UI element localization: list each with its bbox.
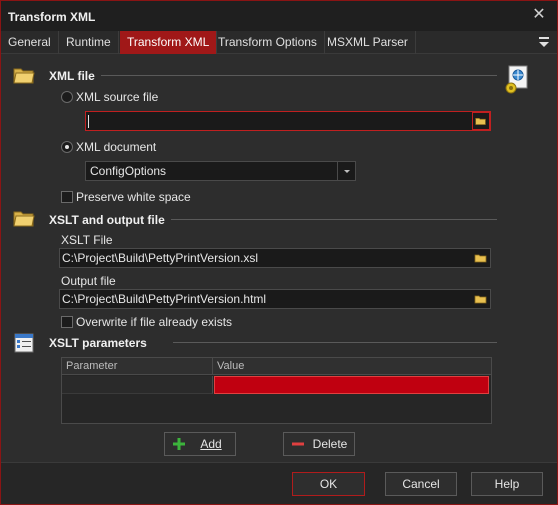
xslt-file-value: C:\Project\Build\PettyPrintVersion.xsl: [62, 251, 259, 265]
section-divider: [101, 75, 497, 76]
output-file-value: C:\Project\Build\PettyPrintVersion.html: [62, 292, 267, 306]
parameters-list-icon: [14, 333, 34, 353]
browse-folder-icon[interactable]: [473, 250, 489, 266]
xml-document-selected-value: ConfigOptions: [90, 164, 167, 178]
overwrite-checkbox[interactable]: Overwrite if file already exists: [61, 315, 232, 329]
xml-document-radio[interactable]: XML document: [61, 140, 156, 154]
xml-transform-icon: [505, 65, 528, 94]
folder-icon: [13, 68, 35, 84]
preserve-whitespace-checkbox[interactable]: Preserve white space: [61, 190, 191, 204]
tab-runtime[interactable]: Runtime: [59, 31, 119, 54]
cancel-button[interactable]: Cancel: [385, 472, 457, 496]
overwrite-label: Overwrite if file already exists: [76, 315, 233, 329]
tab-general[interactable]: General: [1, 31, 59, 54]
column-header-value[interactable]: Value: [213, 358, 491, 375]
transform-xml-dialog: Transform XML ✕ General Runtime Transfor…: [0, 0, 558, 505]
xml-document-select[interactable]: ConfigOptions: [85, 161, 356, 181]
tab-bar: General Runtime Transform XML Transform …: [1, 31, 557, 54]
value-cell[interactable]: [214, 376, 489, 394]
xml-source-file-label: XML source file: [76, 90, 159, 104]
tab-transform-xml[interactable]: Transform XML: [120, 31, 218, 54]
tab-overflow-menu-icon[interactable]: [537, 35, 551, 49]
xslt-file-label: XSLT File: [61, 233, 113, 247]
minus-icon: [292, 442, 304, 446]
xml-source-file-radio[interactable]: XML source file: [61, 90, 158, 104]
ok-button[interactable]: OK: [292, 472, 365, 496]
help-button[interactable]: Help: [471, 472, 543, 496]
xslt-file-input[interactable]: C:\Project\Build\PettyPrintVersion.xsl: [59, 248, 491, 268]
grid-header: Parameter Value: [62, 358, 491, 375]
radio-indicator[interactable]: [61, 141, 73, 153]
table-row[interactable]: [62, 376, 491, 394]
preserve-whitespace-label: Preserve white space: [76, 190, 191, 204]
section-divider: [171, 219, 497, 220]
checkbox-indicator[interactable]: [61, 316, 73, 328]
window-title: Transform XML: [8, 10, 96, 24]
column-header-parameter[interactable]: Parameter: [62, 358, 213, 375]
xml-source-path-input[interactable]: [85, 111, 491, 131]
folder-icon: [13, 211, 35, 227]
add-button[interactable]: Add: [164, 432, 236, 456]
browse-folder-icon[interactable]: [472, 112, 490, 130]
plus-icon: [173, 438, 185, 450]
output-file-input[interactable]: C:\Project\Build\PettyPrintVersion.html: [59, 289, 491, 309]
xslt-output-heading: XSLT and output file: [49, 213, 165, 227]
xml-document-label: XML document: [76, 140, 157, 154]
delete-button[interactable]: Delete: [283, 432, 355, 456]
tab-transform-options[interactable]: Transform Options: [211, 31, 325, 54]
xslt-parameters-grid[interactable]: Parameter Value: [61, 357, 492, 424]
output-file-label: Output file: [61, 274, 116, 288]
title-bar: Transform XML ✕: [1, 1, 557, 31]
checkbox-indicator[interactable]: [61, 191, 73, 203]
parameter-cell[interactable]: [62, 376, 213, 394]
browse-folder-icon[interactable]: [473, 291, 489, 307]
text-caret: [88, 115, 89, 129]
tab-msxml-parser[interactable]: MSXML Parser: [320, 31, 416, 54]
xml-file-heading: XML file: [49, 69, 95, 83]
section-divider: [173, 342, 497, 343]
chevron-down-icon[interactable]: [337, 162, 355, 180]
radio-indicator[interactable]: [61, 91, 73, 103]
xslt-parameters-heading: XSLT parameters: [49, 336, 147, 350]
close-icon[interactable]: ✕: [531, 7, 547, 23]
